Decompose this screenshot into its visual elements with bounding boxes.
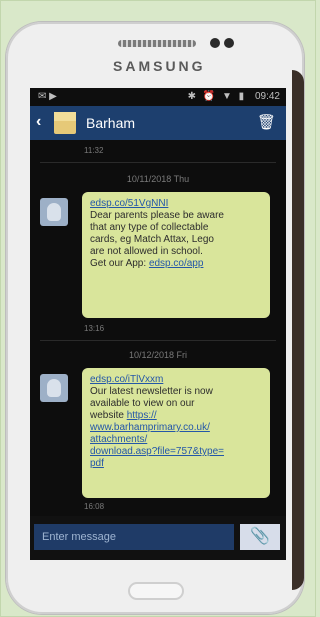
message-link[interactable]: edsp.co/51VgNNI	[90, 198, 262, 210]
newsletter-url[interactable]: pdf	[90, 458, 262, 470]
phone-screen: ✉ ▶ ✱ ⏰ ▼ ▮ 09:42 ‹ Barham 🗑 11:32 10/11…	[30, 88, 286, 560]
status-right: ✱ ⏰ ▼ ▮ 09:42	[188, 91, 280, 102]
message-cta: Get our App: edsp.co/app	[90, 258, 262, 270]
message-text: website	[90, 410, 127, 421]
newsletter-url[interactable]: download.asp?file=757&type=	[90, 446, 262, 458]
newsletter-url[interactable]: www.barhamprimary.co.uk/	[90, 422, 262, 434]
status-notification-icons: ✉ ▶	[38, 91, 57, 102]
message-line: Our latest newsletter is now	[90, 386, 213, 397]
front-camera	[224, 38, 234, 48]
paperclip-icon[interactable]: 📎	[240, 524, 280, 550]
earpiece-speaker	[118, 40, 196, 47]
conversation-title: Barham	[86, 115, 136, 131]
back-icon[interactable]: ‹	[36, 113, 41, 131]
message-cta-text: Get our App:	[90, 258, 149, 269]
message-line: are not allowed in school.	[90, 246, 203, 257]
date-separator: 10/11/2018 Thu	[126, 174, 190, 184]
brand-logo: SAMSUNG	[113, 58, 206, 74]
date-separator: 10/12/2018 Fri	[128, 350, 188, 360]
message-line: available to view on our	[90, 398, 195, 409]
phone-case-edge	[292, 70, 304, 590]
message-time-top: 11:32	[84, 146, 104, 155]
message-bubble[interactable]: edsp.co/51VgNNI Dear parents please be a…	[82, 192, 270, 318]
message-link[interactable]: edsp.co/iTlVxxm	[90, 374, 262, 386]
front-sensor	[210, 38, 220, 48]
app-link[interactable]: edsp.co/app	[149, 258, 204, 269]
newsletter-url[interactable]: attachments/	[90, 434, 262, 446]
newsletter-url[interactable]: https://	[127, 410, 157, 421]
contact-envelope-icon	[54, 112, 76, 134]
compose-bar: Enter message 📎	[30, 516, 286, 560]
message-line: that any type of collectable	[90, 222, 209, 233]
message-line: Dear parents please be aware	[90, 210, 224, 221]
sender-avatar	[40, 374, 68, 402]
date-divider	[40, 162, 276, 163]
trash-icon[interactable]: 🗑	[257, 113, 276, 131]
home-button[interactable]	[128, 582, 184, 600]
message-input[interactable]: Enter message	[34, 524, 234, 550]
message-line: website https://	[90, 410, 262, 422]
conversation-header: ‹ Barham 🗑	[30, 106, 286, 140]
message-line: cards, eg Match Attax, Lego	[90, 234, 214, 245]
message-time: 13:16	[84, 324, 105, 333]
status-icons: ✱ ⏰ ▼ ▮	[187, 91, 247, 102]
message-bubble[interactable]: edsp.co/iTlVxxm Our latest newsletter is…	[82, 368, 270, 498]
status-bar: ✉ ▶ ✱ ⏰ ▼ ▮ 09:42	[30, 88, 286, 106]
message-time: 16:08	[84, 502, 105, 511]
sender-avatar	[40, 198, 68, 226]
date-divider	[40, 340, 276, 341]
phone-device: SAMSUNG ✉ ▶ ✱ ⏰ ▼ ▮ 09:42 ‹ Barham 🗑 11:…	[6, 22, 304, 614]
status-time: 09:42	[254, 91, 280, 102]
